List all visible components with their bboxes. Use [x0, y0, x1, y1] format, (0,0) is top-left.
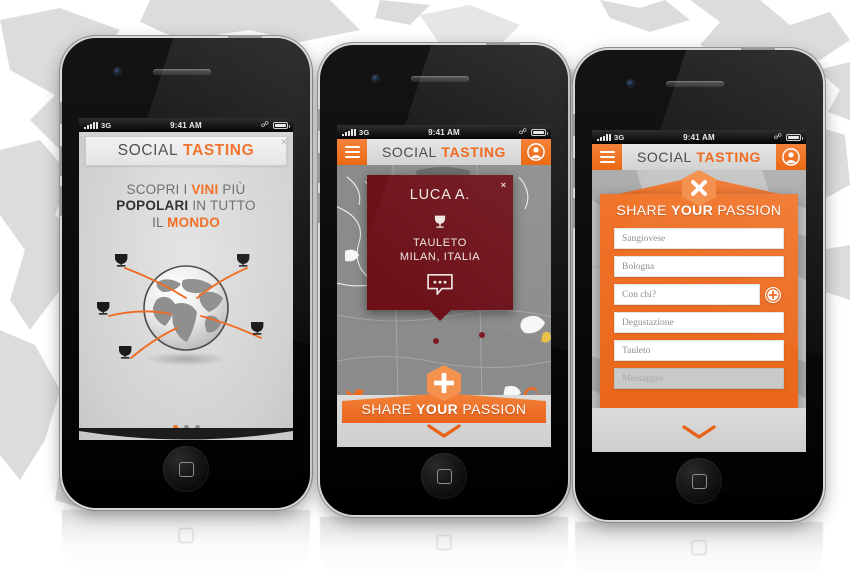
bluetooth-icon: ☍ — [773, 132, 782, 141]
bottom-tray — [592, 408, 806, 452]
occasion-field[interactable]: Degustazione — [614, 312, 784, 333]
app-navbar: SOCIAL TASTING — [337, 139, 551, 165]
phone1-screen: 3G 9:41 AM ☍ SOCIAL TASTING × SCOPRI I V… — [79, 118, 293, 440]
network-label: 3G — [359, 127, 370, 137]
form-fields-list: Sangiovese Bologna Con chi? Degustazione… — [614, 228, 784, 396]
phone-device-onboarding: 3G 9:41 AM ☍ SOCIAL TASTING × SCOPRI I V… — [59, 35, 310, 508]
battery-icon — [273, 121, 290, 129]
clock-label: 9:41 AM — [683, 132, 715, 142]
hamburger-menu-icon[interactable] — [337, 139, 367, 165]
bluetooth-icon: ☍ — [518, 127, 527, 136]
map-view[interactable]: × LUCA A. TAULETO MILAN, ITALIA SHARE YO… — [337, 165, 551, 447]
phone-reflection — [320, 517, 568, 571]
app-navbar: SOCIAL TASTING — [592, 144, 806, 170]
phone-reflection — [62, 510, 310, 571]
wine-name-field[interactable]: Sangiovese — [614, 228, 784, 249]
user-avatar-icon[interactable] — [521, 139, 551, 165]
bottom-curve — [79, 428, 293, 440]
chevron-down-icon[interactable] — [426, 423, 462, 439]
phone2-screen: 3G 9:41 AM ☍ SOCIAL TASTING × LUCA A. TA… — [337, 125, 551, 447]
phone3-screen: 3G 9:41 AM ☍ SOCIAL TASTING SHARE YOUR P… — [592, 130, 806, 452]
location-field[interactable]: Bologna — [614, 256, 784, 277]
popup-wine-name: TAULETO — [413, 237, 467, 249]
front-camera-icon — [372, 75, 379, 82]
label-field[interactable]: Tauleto — [614, 340, 784, 361]
close-icon[interactable]: × — [501, 180, 506, 190]
clock-label: 9:41 AM — [428, 127, 460, 137]
message-field[interactable]: Messaggio — [614, 368, 784, 389]
user-map-popup: × LUCA A. TAULETO MILAN, ITALIA — [367, 175, 513, 310]
user-avatar-icon[interactable] — [776, 144, 806, 170]
share-form-panel: SHARE YOUR PASSION Sangiovese Bologna Co… — [600, 194, 798, 412]
with-whom-field[interactable]: Con chi? — [614, 284, 781, 305]
front-camera-icon — [114, 68, 121, 75]
network-label: 3G — [614, 132, 625, 142]
signal-bars-icon — [342, 128, 356, 136]
signal-bars-icon — [84, 121, 98, 129]
clock-label: 9:41 AM — [170, 120, 202, 130]
share-form-view: SHARE YOUR PASSION Sangiovese Bologna Co… — [592, 170, 806, 452]
status-bar: 3G 9:41 AM ☍ — [79, 118, 293, 132]
popup-location: MILAN, ITALIA — [399, 250, 481, 263]
add-button-hexagon[interactable] — [427, 365, 461, 401]
hamburger-menu-icon[interactable] — [592, 144, 622, 170]
popup-user-name: LUCA A. — [409, 187, 471, 203]
phone-device-form: 3G 9:41 AM ☍ SOCIAL TASTING SHARE YOUR P… — [572, 47, 823, 520]
speech-bubble-icon[interactable] — [425, 273, 455, 295]
home-button[interactable] — [676, 458, 722, 504]
close-icon[interactable]: × — [281, 138, 287, 148]
signal-bars-icon — [597, 133, 611, 141]
wine-glass-icon — [434, 215, 446, 228]
onboarding-headline: SCOPRI I VINI PIÙ POPOLARI IN TUTTO IL M… — [116, 182, 256, 230]
app-title-bar: SOCIAL TASTING — [85, 136, 287, 166]
share-passion-cta[interactable]: SHARE YOUR PASSION — [337, 365, 551, 447]
phone-reflection — [575, 522, 823, 571]
share-banner-label: SHARE YOUR PASSION — [361, 401, 527, 417]
status-bar: 3G 9:41 AM ☍ — [337, 125, 551, 139]
chevron-down-icon[interactable] — [681, 424, 717, 440]
status-bar: 3G 9:41 AM ☍ — [592, 130, 806, 144]
network-label: 3G — [101, 120, 112, 130]
globe-wine-illustration — [79, 246, 293, 376]
onboarding-slide: SOCIAL TASTING × SCOPRI I VINI PIÙ POPOL… — [79, 136, 293, 440]
battery-icon — [786, 133, 803, 141]
phone-device-map: 3G 9:41 AM ☍ SOCIAL TASTING × LUCA A. TA… — [317, 42, 568, 515]
home-button[interactable] — [421, 453, 467, 499]
front-camera-icon — [627, 80, 634, 87]
earpiece-speaker — [666, 81, 724, 87]
earpiece-speaker — [153, 69, 211, 75]
app-logo: SOCIAL TASTING — [622, 144, 776, 170]
app-logo: SOCIAL TASTING — [117, 142, 255, 159]
close-panel-hexagon[interactable] — [682, 170, 716, 206]
earpiece-speaker — [411, 76, 469, 82]
battery-icon — [531, 128, 548, 136]
add-person-button[interactable] — [765, 286, 781, 303]
bluetooth-icon: ☍ — [260, 120, 269, 129]
home-button[interactable] — [163, 446, 209, 492]
app-logo: SOCIAL TASTING — [367, 139, 521, 165]
